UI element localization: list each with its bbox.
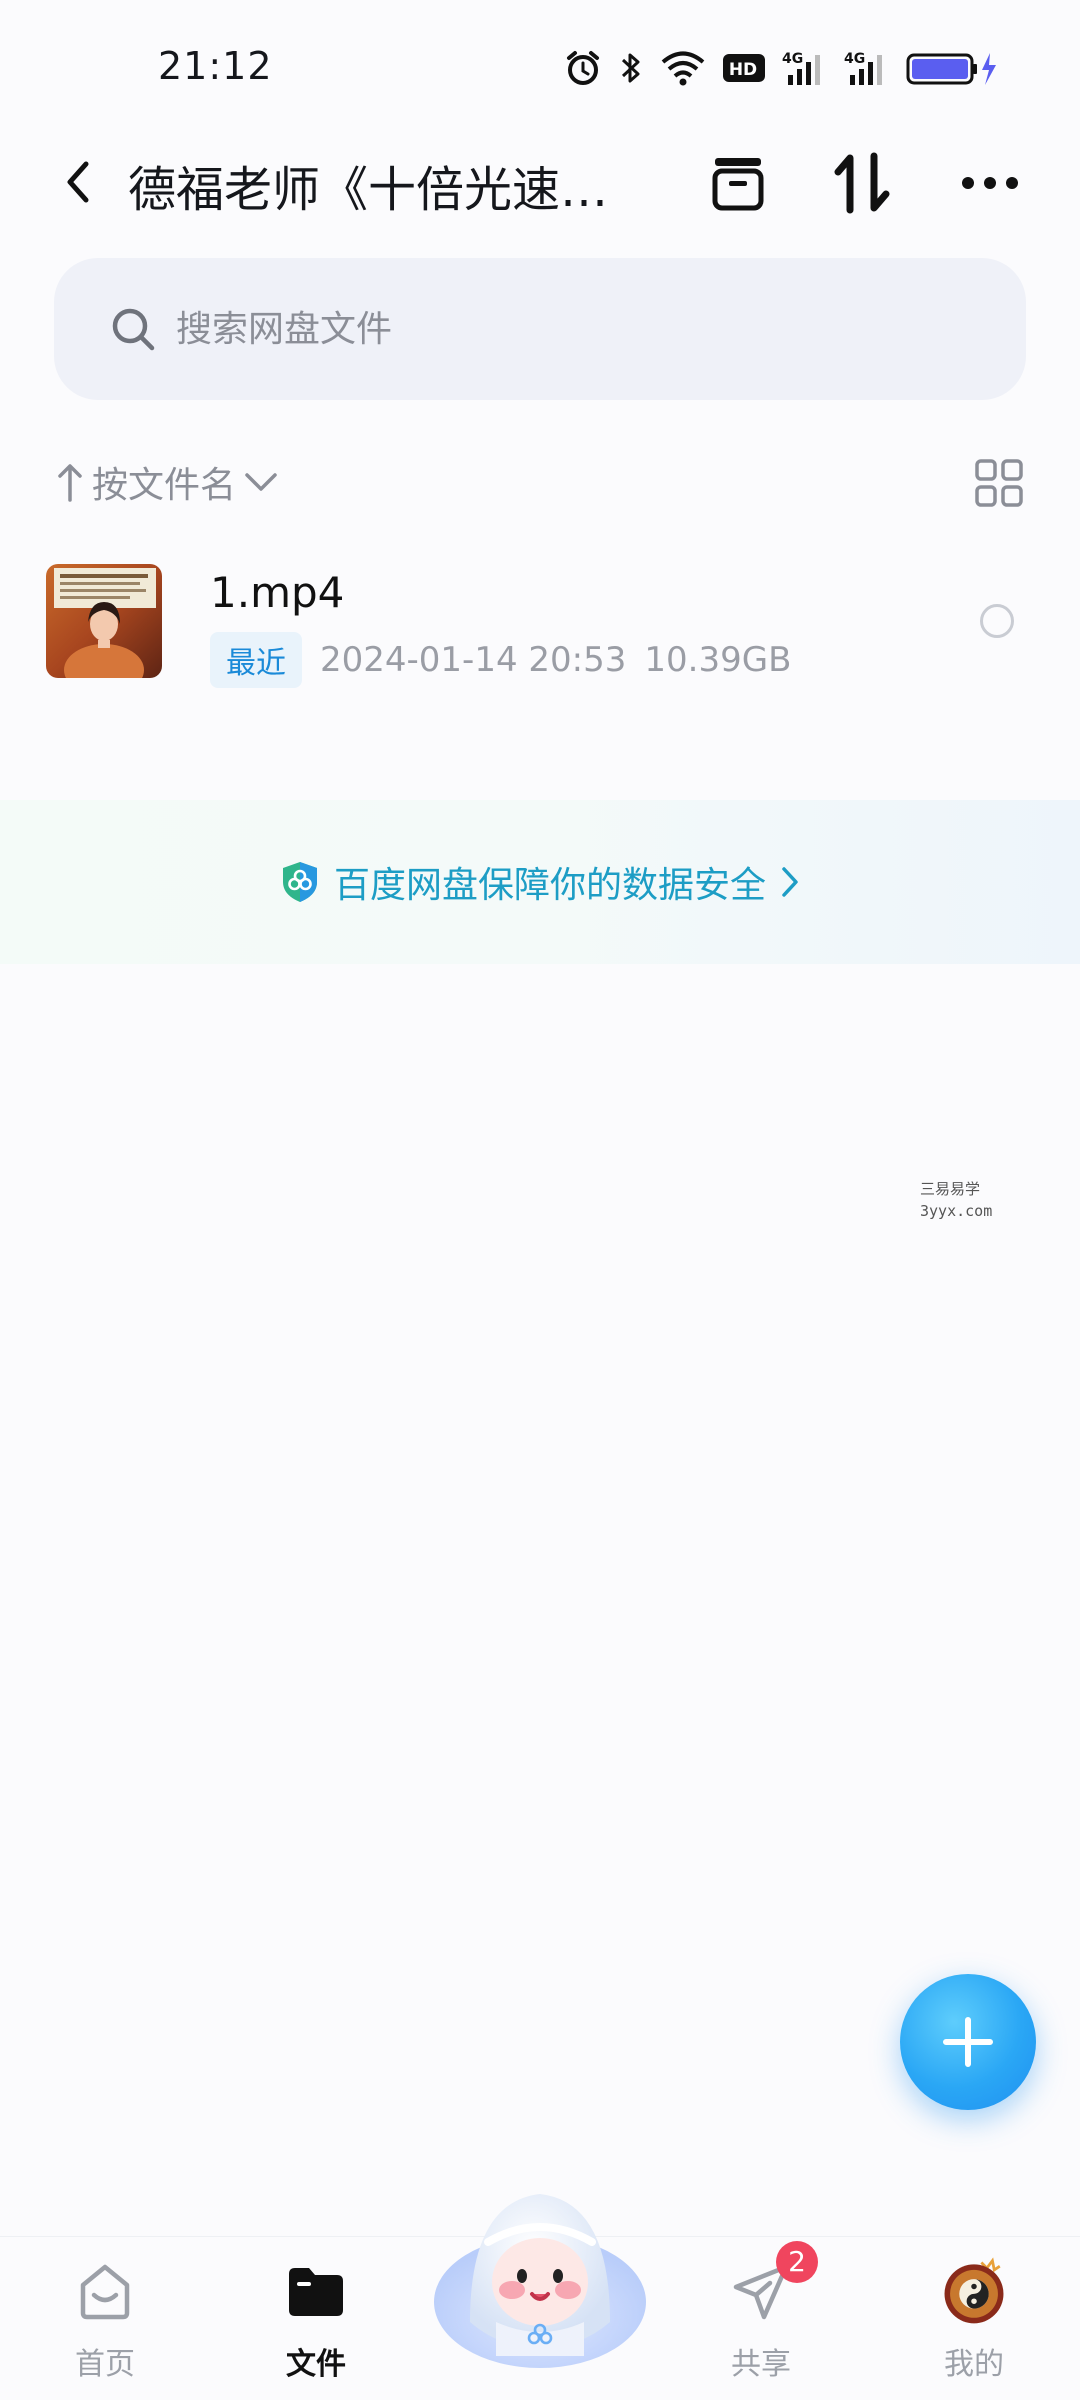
plus-icon	[943, 2017, 993, 2067]
video-thumbnail	[46, 564, 162, 678]
list-item[interactable]: 1.mp4 最近 2024-01-14 20:53 10.39GB	[0, 550, 1080, 690]
chevron-down-icon	[245, 473, 277, 491]
more-button[interactable]	[957, 150, 1023, 216]
avatar-icon	[939, 2257, 1009, 2327]
chevron-left-icon	[67, 161, 89, 203]
status-icons: HD 4G 4G	[564, 44, 998, 92]
sort-label: 按文件名	[92, 465, 237, 506]
back-button[interactable]	[48, 152, 108, 212]
home-icon	[70, 2257, 140, 2327]
svg-text:4G: 4G	[844, 51, 865, 67]
file-size: 10.39GB	[644, 640, 792, 680]
watermark: 三易易学 3yyx.com	[920, 1180, 993, 1220]
archive-icon	[712, 158, 764, 211]
share-badge: 2	[776, 2241, 818, 2283]
signal-4g-icon: 4G	[782, 51, 820, 85]
file-date: 2024-01-14 20:53	[320, 640, 627, 680]
archive-button[interactable]	[705, 150, 771, 216]
search-bar[interactable]	[54, 258, 1026, 400]
header: 德福老师《十倍光速…	[0, 130, 1080, 230]
nav-item-files[interactable]: 文件	[246, 2257, 386, 2397]
more-icon	[962, 177, 1018, 189]
wifi-icon	[661, 51, 705, 86]
nav-label-home: 首页	[75, 2347, 135, 2382]
folder-icon	[281, 2257, 351, 2327]
nav-item-home[interactable]: 首页	[35, 2257, 175, 2397]
select-checkbox[interactable]	[980, 604, 1014, 638]
alarm-icon	[567, 51, 599, 85]
nav-label-files: 文件	[286, 2347, 346, 2382]
svg-text:4G: 4G	[782, 51, 803, 67]
signal-4g-icon: 4G	[844, 51, 882, 85]
hd-icon: HD	[723, 54, 765, 82]
shield-icon	[282, 862, 317, 902]
arrow-up-icon	[58, 464, 82, 502]
nav-label-share: 共享	[731, 2347, 791, 2382]
status-bar: 21:12 HD 4G 4G	[0, 0, 1080, 120]
bluetooth-icon	[621, 53, 640, 83]
grid-view-icon[interactable]	[974, 458, 1024, 508]
nav-item-share[interactable]: 2 共享	[691, 2241, 831, 2397]
svg-text:HD: HD	[729, 60, 757, 80]
sort-transfer-icon	[834, 152, 890, 214]
status-time: 21:12	[158, 44, 273, 88]
search-icon	[112, 308, 155, 351]
sort-selector[interactable]: 按文件名	[56, 452, 278, 512]
file-meta: 最近 2024-01-14 20:53 10.39GB	[210, 632, 792, 688]
security-text: 百度网盘保障你的数据安全	[333, 865, 766, 906]
search-input[interactable]	[176, 299, 936, 359]
nav-label-mine: 我的	[944, 2347, 1004, 2382]
send-icon: 2	[726, 2241, 818, 2327]
recent-badge: 最近	[210, 632, 302, 688]
mascot-button[interactable]	[430, 2172, 650, 2372]
add-button[interactable]	[900, 1974, 1036, 2110]
battery-charging-icon	[906, 53, 996, 85]
security-banner[interactable]: 百度网盘保障你的数据安全	[0, 800, 1080, 964]
page-title: 德福老师《十倍光速…	[128, 162, 608, 218]
chevron-right-icon	[782, 867, 798, 897]
nav-item-mine[interactable]: 我的	[904, 2257, 1044, 2397]
file-name: 1.mp4	[210, 568, 345, 617]
transfer-list-button[interactable]	[830, 150, 896, 216]
